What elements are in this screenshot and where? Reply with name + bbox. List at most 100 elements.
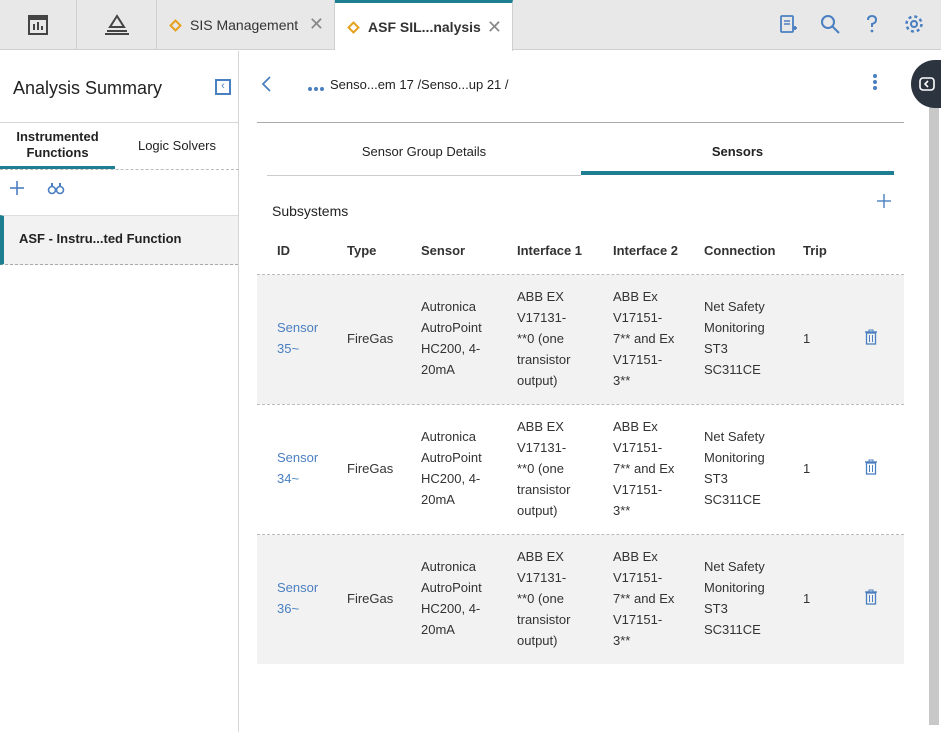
interface2-line: ABB Ex: [613, 289, 658, 304]
tab-sis-management[interactable]: SIS Management ✕: [157, 0, 335, 50]
plus-icon[interactable]: [9, 179, 25, 202]
binoculars-icon[interactable]: [47, 179, 65, 202]
tab-asf-sil-analysis[interactable]: ASF SIL...nalysis ✕: [335, 0, 513, 51]
id-line: 35~: [277, 341, 300, 356]
column-header-interface-1[interactable]: Interface 1: [517, 243, 582, 258]
connection-cell: Net Safety Monitoring ST3 SC311CE: [704, 556, 765, 640]
search-icon[interactable]: [819, 13, 841, 35]
diamond-icon: [169, 18, 182, 32]
interface2-line: V17151-: [613, 310, 663, 325]
add-subsystem-button[interactable]: [876, 189, 892, 215]
column-header-type[interactable]: Type: [347, 243, 376, 258]
column-header-trip[interactable]: Trip: [803, 243, 827, 258]
interface2-line: V17151-: [613, 570, 663, 585]
divider: [257, 122, 904, 123]
connection-cell: Net Safety Monitoring ST3 SC311CE: [704, 426, 765, 510]
interface1-line: **0 (one: [517, 591, 564, 606]
interface1-line: ABB EX: [517, 419, 564, 434]
trash-icon[interactable]: [864, 329, 880, 347]
pyramid-icon: [104, 14, 129, 35]
type-cell: FireGas: [347, 461, 394, 476]
sensor-line: AutroPoint: [421, 320, 482, 335]
column-header-sensor[interactable]: Sensor: [421, 243, 465, 258]
interface2-line: 7** and Ex: [613, 461, 675, 476]
id-line: 36~: [277, 601, 300, 616]
report-icon[interactable]: [777, 13, 799, 35]
type-cell: FireGas: [347, 331, 394, 346]
dashboard-button[interactable]: [0, 0, 77, 50]
interface2-line: 3**: [613, 633, 631, 648]
interface1-line: output): [517, 503, 558, 518]
close-icon[interactable]: ✕: [487, 17, 502, 38]
type-cell: FireGas: [347, 591, 394, 606]
interface1-line: **0 (one: [517, 461, 564, 476]
collapse-panel-icon[interactable]: ‹: [215, 79, 231, 95]
connection-line: ST3: [704, 341, 728, 356]
connection-line: SC311CE: [704, 362, 761, 377]
tab-label: ASF SIL...nalysis: [368, 19, 481, 35]
sensor-line: HC200, 4-: [421, 471, 481, 486]
help-icon[interactable]: [861, 13, 883, 35]
connection-line: ST3: [704, 601, 728, 616]
column-header-id[interactable]: ID: [277, 243, 290, 258]
interface2-cell: ABB Ex V17151- 7** and Ex V17151- 3**: [613, 546, 674, 651]
table-row: Sensor 35~ FireGas Autronica AutroPoint …: [257, 275, 904, 404]
gear-icon[interactable]: [903, 13, 925, 35]
divider: [0, 169, 239, 170]
interface2-line: V17151-: [613, 612, 663, 627]
tab-logic-solvers[interactable]: Logic Solvers: [115, 123, 239, 169]
kebab-icon[interactable]: [872, 73, 878, 96]
tab-label: SIS Management: [190, 17, 299, 33]
sensor-id-link[interactable]: Sensor 36~: [277, 577, 318, 619]
connection-line: SC311CE: [704, 492, 761, 507]
interface2-line: V17151-: [613, 440, 663, 455]
hierarchy-button[interactable]: [77, 0, 157, 50]
tab-sensor-group-details[interactable]: Sensor Group Details: [267, 139, 581, 175]
trip-cell: 1: [803, 591, 811, 606]
sensor-id-link[interactable]: Sensor 34~: [277, 447, 318, 489]
sensor-line: Autronica: [421, 559, 476, 574]
interface1-line: V17131-: [517, 440, 567, 455]
column-header-interface-2[interactable]: Interface 2: [613, 243, 678, 258]
column-header-connection[interactable]: Connection: [704, 243, 776, 258]
trash-icon[interactable]: [864, 589, 880, 607]
table-row: Sensor 34~ FireGas Autronica AutroPoint …: [257, 405, 904, 534]
chevron-left-icon[interactable]: [260, 73, 272, 99]
tab-sensors[interactable]: Sensors: [581, 139, 894, 175]
interface1-cell: ABB EX V17131- **0 (one transistor outpu…: [517, 286, 570, 391]
connection-line: Net Safety: [704, 429, 765, 444]
connection-line: Monitoring: [704, 450, 765, 465]
plus-icon: [877, 194, 891, 208]
interface2-line: 7** and Ex: [613, 591, 675, 606]
interface2-line: V17151-: [613, 482, 663, 497]
connection-line: Net Safety: [704, 559, 765, 574]
trip-cell: 1: [803, 461, 811, 476]
table-row: Sensor 36~ FireGas Autronica AutroPoint …: [257, 535, 904, 664]
id-line: Sensor: [277, 320, 319, 335]
tab-label: Sensor Group Details: [361, 144, 487, 159]
interface2-line: 7** and Ex: [613, 331, 675, 346]
connection-line: Monitoring: [704, 320, 765, 335]
connection-cell: Net Safety Monitoring ST3 SC311CE: [704, 296, 765, 380]
trash-icon[interactable]: [864, 459, 880, 477]
diamond-icon: [347, 20, 360, 34]
sensor-line: 20mA: [421, 622, 455, 637]
sensor-line: 20mA: [421, 362, 455, 377]
sensor-id-link[interactable]: Sensor 35~: [277, 317, 318, 359]
dashboard-icon: [28, 15, 48, 35]
sensor-cell: Autronica AutroPoint HC200, 4- 20mA: [421, 296, 482, 380]
interface2-line: ABB Ex: [613, 549, 658, 564]
tab-instrumented-functions[interactable]: Instrumented Functions: [0, 123, 115, 169]
id-line: Sensor: [277, 450, 319, 465]
connection-line: SC311CE: [704, 622, 761, 637]
breadcrumb[interactable]: Senso...em 17 /Senso...up 21 /: [330, 77, 509, 92]
close-icon[interactable]: ✕: [309, 14, 324, 35]
vertical-scrollbar[interactable]: [929, 100, 939, 725]
main-content: Senso...em 17 /Senso...up 21 / Sensor Gr…: [240, 51, 930, 732]
interface2-cell: ABB Ex V17151- 7** and Ex V17151- 3**: [613, 416, 674, 521]
panel-title: Analysis Summary: [13, 78, 163, 98]
id-line: Sensor: [277, 580, 319, 595]
analysis-summary-panel: Analysis Summary ‹ Instrumented Functions…: [0, 51, 239, 732]
list-item-instrumented-function[interactable]: ASF - Instru...ted Function: [0, 215, 238, 265]
breadcrumb-overflow-icon[interactable]: [308, 79, 324, 97]
